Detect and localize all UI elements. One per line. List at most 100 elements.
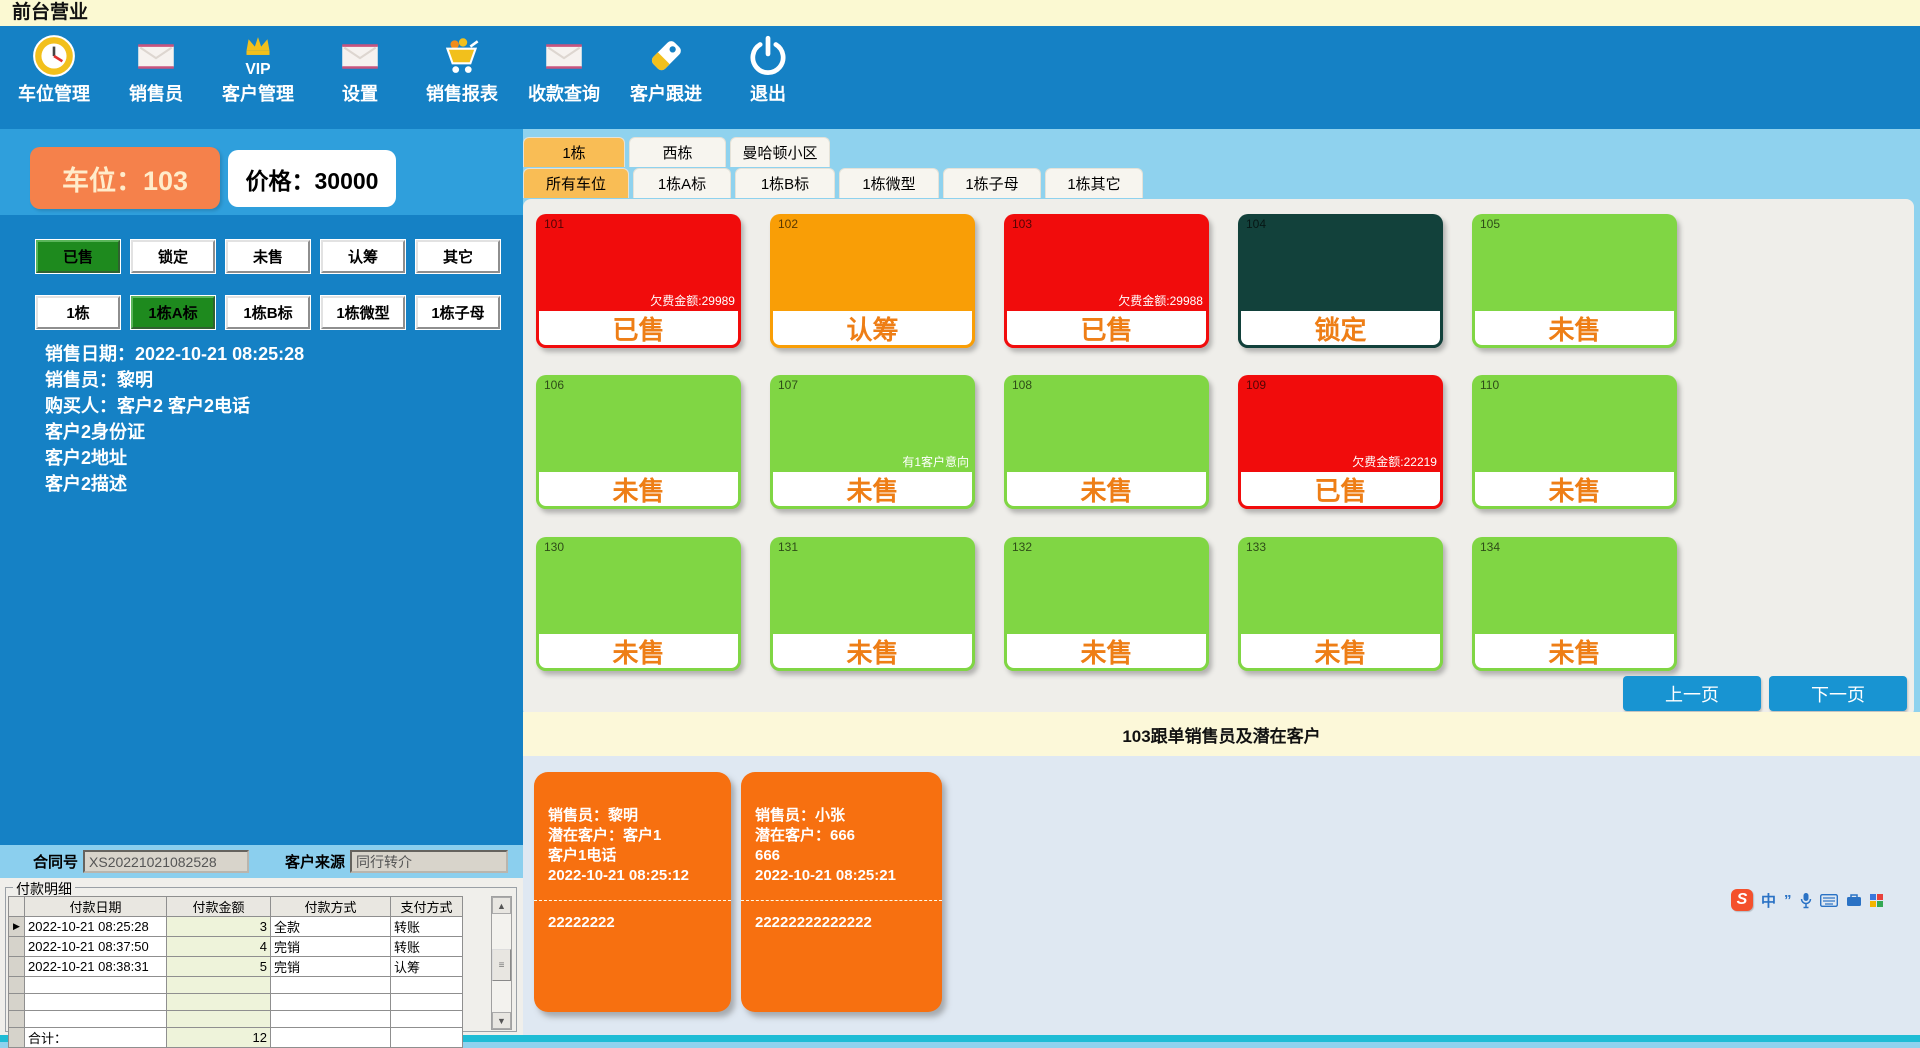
prev-page-button[interactable]: 上一页 (1623, 676, 1761, 711)
parking-space-card[interactable]: 106 未售 (536, 375, 741, 509)
parking-space-card[interactable]: 104 锁定 (1238, 214, 1443, 348)
col-header-method: 付款方式 (271, 897, 391, 917)
status-button-other[interactable]: 其它 (416, 240, 500, 273)
selected-space-chip: 车位：103 (30, 147, 220, 209)
parking-space-card[interactable]: 130 未售 (536, 537, 741, 671)
parking-space-card[interactable]: 131 未售 (770, 537, 975, 671)
toolbar-item-customer-management[interactable]: VIP 客户管理 (222, 33, 294, 129)
building-button-1-micro[interactable]: 1栋微型 (321, 296, 405, 329)
status-button-sold[interactable]: 已售 (36, 240, 120, 273)
sale-info-line: 客户2描述 (45, 471, 304, 497)
scroll-up-icon[interactable]: ▲ (492, 897, 511, 914)
parking-space-card[interactable]: 107 有1客户意向 未售 (770, 375, 975, 509)
parking-space-card[interactable]: 132 未售 (1004, 537, 1209, 671)
payment-date: 2022-10-21 08:37:50 (25, 937, 167, 957)
building-button-1-tandem[interactable]: 1栋子母 (416, 296, 500, 329)
tab-1-other[interactable]: 1栋其它 (1045, 168, 1143, 198)
punctuation-icon[interactable]: ” (1784, 892, 1792, 909)
tab-1-micro[interactable]: 1栋微型 (839, 168, 939, 198)
parking-space-card[interactable]: 110 未售 (1472, 375, 1677, 509)
power-icon (745, 33, 791, 79)
tab-1a[interactable]: 1栋A标 (633, 168, 731, 198)
status-button-locked[interactable]: 锁定 (131, 240, 215, 273)
space-status: 未售 (770, 634, 975, 671)
payment-date: 2022-10-21 08:25:28 (25, 917, 167, 937)
toolbar-item-sales-report[interactable]: 销售报表 (426, 33, 498, 129)
parking-space-card[interactable]: 105 未售 (1472, 214, 1677, 348)
toolbar-item-label: 设置 (342, 80, 378, 106)
tab-west-building[interactable]: 西栋 (629, 137, 726, 167)
toolbar-item-label: 客户管理 (222, 80, 294, 106)
building-button-1b[interactable]: 1栋B标 (226, 296, 310, 329)
apps-grid-icon[interactable] (1870, 894, 1883, 907)
space-number: 103 (1012, 217, 1032, 231)
followup-card[interactable]: 销售员：黎明 潜在客户：客户1 客户1电话 2022-10-21 08:25:1… (534, 772, 731, 1012)
space-number: 107 (778, 378, 798, 392)
row-indicator-icon: ▶ (9, 917, 25, 937)
status-button-subscribed[interactable]: 认筹 (321, 240, 405, 273)
envelope-icon (133, 33, 179, 79)
space-status: 已售 (536, 311, 741, 348)
zone-tabs-row: 所有车位 1栋A标 1栋B标 1栋微型 1栋子母 1栋其它 (523, 168, 1143, 198)
sale-info-line: 客户2身份证 (45, 419, 304, 445)
window-title: 前台营业 (0, 0, 1920, 26)
tab-building-1[interactable]: 1栋 (523, 137, 625, 167)
sale-info-line: 销售日期：2022-10-21 08:25:28 (45, 341, 304, 367)
toolbar-item-label: 收款查询 (528, 80, 600, 106)
toolbox-icon[interactable] (1846, 893, 1862, 907)
keyboard-icon[interactable] (1820, 894, 1838, 907)
payment-pay: 认筹 (391, 957, 463, 977)
status-button-unsold[interactable]: 未售 (226, 240, 310, 273)
parking-space-card[interactable]: 133 未售 (1238, 537, 1443, 671)
main-area: 1栋 西栋 曼哈顿小区 所有车位 1栋A标 1栋B标 1栋微型 1栋子母 1栋其… (523, 129, 1920, 1035)
space-number: 133 (1246, 540, 1266, 554)
parking-space-card[interactable]: 108 未售 (1004, 375, 1209, 509)
scrollbar-thumb[interactable]: ≡ (492, 949, 511, 981)
customer-source-input[interactable] (350, 850, 508, 873)
building-button-1a[interactable]: 1栋A标 (131, 296, 215, 329)
toolbar-item-payment-query[interactable]: 收款查询 (528, 33, 600, 129)
status-button-row: 已售 锁定 未售 认筹 其它 (36, 240, 500, 273)
space-note: 有1客户意向 (902, 453, 969, 470)
space-status: 未售 (1472, 472, 1677, 509)
tab-all-spaces[interactable]: 所有车位 (523, 168, 629, 198)
payment-row[interactable]: ▶ 2022-10-21 08:25:28 3 全款 转账 (9, 917, 463, 937)
followup-card[interactable]: 销售员：小张 潜在客户：666 666 2022-10-21 08:25:21 … (741, 772, 942, 1012)
space-number: 102 (778, 217, 798, 231)
payment-pay: 转账 (391, 937, 463, 957)
space-note: 欠费金额:29989 (650, 292, 735, 309)
payment-date: 2022-10-21 08:38:31 (25, 957, 167, 977)
building-button-1[interactable]: 1栋 (36, 296, 120, 329)
payment-table-scrollbar[interactable]: ▲ ≡ ▼ (491, 896, 512, 1030)
tab-1b[interactable]: 1栋B标 (735, 168, 835, 198)
next-page-button[interactable]: 下一页 (1769, 676, 1907, 711)
sale-info-line: 客户2地址 (45, 445, 304, 471)
space-status: 未售 (1238, 634, 1443, 671)
tab-manhattan-community[interactable]: 曼哈顿小区 (730, 137, 830, 167)
parking-grid-panel: 101 欠费金额:29989 已售 102 认筹 103 欠费金额:29988 … (523, 199, 1914, 717)
toolbar-item-parking-management[interactable]: 车位管理 (18, 33, 90, 129)
parking-space-card[interactable]: 102 认筹 (770, 214, 975, 348)
parking-space-card[interactable]: 103 欠费金额:29988 已售 (1004, 214, 1209, 348)
microphone-icon[interactable] (1800, 892, 1812, 909)
chinese-mode-icon[interactable]: 中 (1761, 890, 1776, 911)
parking-space-card[interactable]: 134 未售 (1472, 537, 1677, 671)
scroll-down-icon[interactable]: ▼ (492, 1012, 511, 1029)
payment-total-row: 合计： 12 (9, 1028, 463, 1048)
tab-1-tandem[interactable]: 1栋子母 (943, 168, 1041, 198)
sogou-logo-icon[interactable]: S (1731, 889, 1753, 911)
toolbar-item-exit[interactable]: 退出 (732, 33, 804, 129)
followup-line: 666 (755, 846, 928, 866)
parking-space-card[interactable]: 101 欠费金额:29989 已售 (536, 214, 741, 348)
payment-row[interactable]: 2022-10-21 08:37:50 4 完销 转账 (9, 937, 463, 957)
contract-number-input[interactable] (83, 850, 249, 873)
payment-row[interactable]: 2022-10-21 08:38:31 5 完销 认筹 (9, 957, 463, 977)
toolbar: 车位管理 销售员 VIP 客户管理 设置 销售报表 收款查询 客户跟进 退出 (0, 26, 1920, 129)
toolbar-item-salesperson[interactable]: 销售员 (120, 33, 192, 129)
parking-row: 130 未售 131 未售 132 未售 133 未售 134 (536, 537, 1677, 671)
toolbar-item-customer-followup[interactable]: 客户跟进 (630, 33, 702, 129)
payment-details-group: 付款明细 付款日期 付款金额 付款方式 支付方式 ▶ 2022-10-21 08… (0, 878, 523, 1035)
space-number: 134 (1480, 540, 1500, 554)
toolbar-item-settings[interactable]: 设置 (324, 33, 396, 129)
parking-space-card[interactable]: 109 欠费金额:22219 已售 (1238, 375, 1443, 509)
